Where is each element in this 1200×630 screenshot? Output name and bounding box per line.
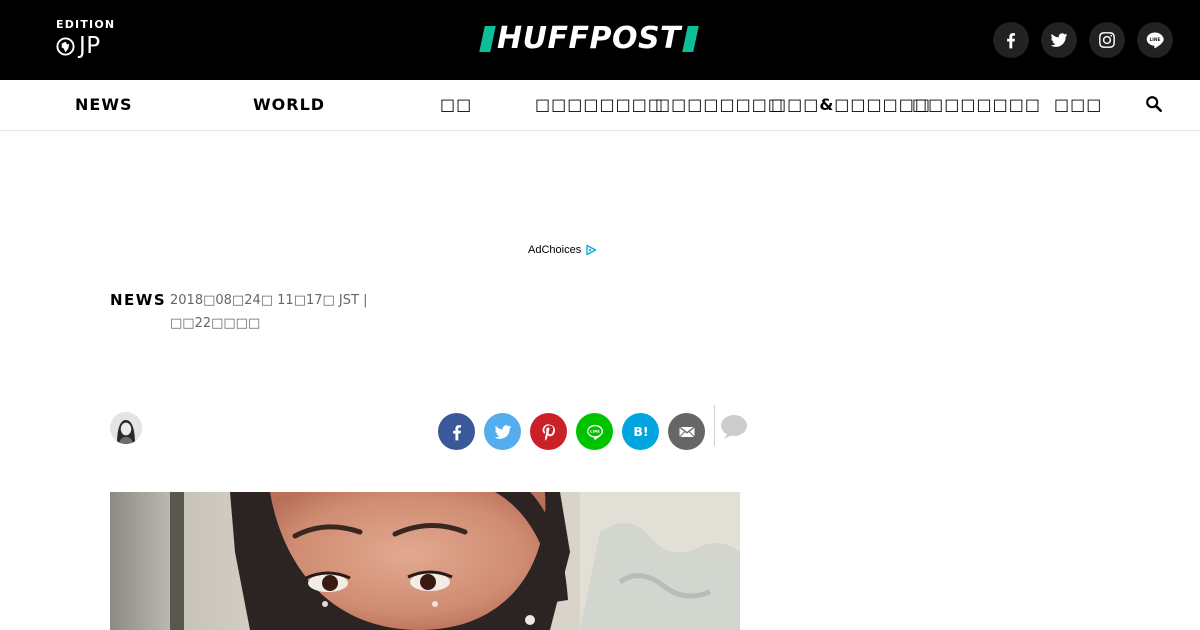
nav-item-7[interactable]: □□□□□□□□ [912,95,1041,114]
pinterest-icon [542,423,555,441]
hatena-bookmark-icon: B! [633,424,648,439]
line-icon: LINE [586,424,603,440]
twitter-icon [1050,33,1068,47]
top-bar: EDITION JP HUFFPOST LINE [0,0,1200,80]
header-twitter-button[interactable] [1041,22,1077,58]
article-hero-image [110,492,740,630]
email-icon [678,425,695,437]
header-instagram-button[interactable] [1089,22,1125,58]
share-facebook-button[interactable] [438,413,475,450]
edition-code: JP [79,33,101,59]
edition-selector[interactable]: EDITION JP [56,18,115,58]
adchoices-icon [586,244,597,256]
share-email-button[interactable] [668,413,705,450]
article-updated: □□22□□□□ [170,316,261,331]
instagram-icon [1099,32,1115,48]
nav-item-4[interactable]: □□□□□□□□ [535,95,664,114]
svg-text:B!: B! [633,424,648,439]
nav-item-5[interactable]: □□□□□□□□ [655,95,784,114]
share-twitter-button[interactable] [484,413,521,450]
search-icon [1146,96,1163,113]
logo-text: HUFFPOST [497,21,682,56]
nav-item-6[interactable]: □□□&□□□□□□ [771,95,931,114]
search-button[interactable] [1145,95,1165,115]
article-section-label[interactable]: NEWS [110,291,166,309]
nav-item-world[interactable]: WORLD [253,95,325,114]
nav-item-8[interactable]: □□□ [1054,95,1102,114]
header-social-links: LINE [993,22,1173,58]
adchoices-label: AdChoices [528,244,582,256]
article-timestamp: 2018□08□24□ 11□17□ JST | [170,293,368,308]
hero-photo [110,492,740,630]
share-pinterest-button[interactable] [530,413,567,450]
twitter-icon [494,424,511,439]
facebook-icon [452,424,461,440]
huffpost-logo[interactable]: HUFFPOST [479,21,699,56]
share-divider [714,405,715,446]
nav-item-3[interactable]: □□ [440,95,472,114]
adchoices-link[interactable]: AdChoices [528,244,597,256]
line-icon: LINE [1146,32,1164,49]
comment-icon[interactable] [720,414,748,440]
edition-label: EDITION [56,18,116,31]
edition-row: JP [56,34,115,58]
author-photo [110,412,142,444]
svg-text:LINE: LINE [1150,37,1161,43]
facebook-icon [1007,33,1015,49]
logo-accent-left [479,26,496,52]
logo-accent-right [682,26,699,52]
header-facebook-button[interactable] [993,22,1029,58]
globe-icon [56,36,75,56]
svg-text:LINE: LINE [590,428,600,433]
main-navigation: NEWS WORLD □□ □□□□□□□□ □□□□□□□□ □□□&□□□□… [0,80,1200,131]
nav-item-news[interactable]: NEWS [75,95,133,114]
share-line-button[interactable]: LINE [576,413,613,450]
share-hatena-button[interactable]: B! [622,413,659,450]
author-avatar[interactable] [110,412,142,444]
header-line-button[interactable]: LINE [1137,22,1173,58]
share-buttons: LINE B! [438,413,705,450]
